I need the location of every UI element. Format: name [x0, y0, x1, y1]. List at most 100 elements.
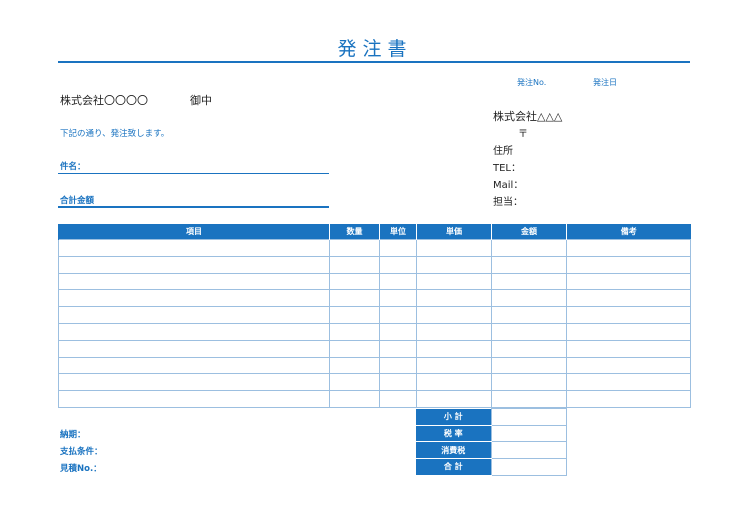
- unit-price-cell[interactable]: [416, 255, 492, 274]
- quantity-cell[interactable]: [329, 306, 380, 324]
- unit-cell[interactable]: [379, 322, 417, 341]
- item-cell[interactable]: [58, 306, 330, 324]
- unit-price-cell[interactable]: [416, 306, 492, 324]
- remarks-cell[interactable]: [566, 322, 691, 341]
- unit-cell[interactable]: [379, 255, 417, 274]
- sender-company: 株式会社△△△: [493, 110, 563, 123]
- recipient-honorific: 御中: [190, 94, 212, 107]
- tax-rate-value-cell[interactable]: [490, 424, 567, 443]
- table-row: [58, 272, 691, 291]
- subtotal-label: 小 計: [416, 408, 491, 426]
- amount-cell[interactable]: [491, 339, 567, 358]
- unit-price-cell[interactable]: [416, 339, 492, 358]
- unit-cell[interactable]: [379, 239, 417, 257]
- amount-cell[interactable]: [491, 373, 567, 392]
- amount-cell[interactable]: [491, 306, 567, 324]
- unit-price-cell[interactable]: [416, 289, 492, 308]
- amount-cell[interactable]: [491, 239, 567, 257]
- remarks-cell[interactable]: [566, 390, 691, 408]
- table-row: [58, 356, 691, 375]
- unit-price-cell[interactable]: [416, 272, 492, 291]
- header-quantity: 数量: [329, 224, 380, 240]
- delivery-date-label: 納期：: [60, 430, 86, 440]
- remarks-cell[interactable]: [566, 272, 691, 291]
- unit-price-cell[interactable]: [416, 356, 492, 375]
- unit-cell[interactable]: [379, 390, 417, 408]
- item-cell[interactable]: [58, 322, 330, 341]
- unit-price-cell[interactable]: [416, 239, 492, 257]
- table-row: [58, 255, 691, 274]
- quantity-cell[interactable]: [329, 239, 380, 257]
- grand-total-value-cell[interactable]: [490, 458, 567, 476]
- person-in-charge-label: 担当：: [493, 197, 523, 208]
- grand-total-label: 合 計: [416, 458, 491, 476]
- estimate-number-label: 見積No.：: [60, 464, 102, 474]
- remarks-cell[interactable]: [566, 339, 691, 358]
- consumption-tax-row: 消費税: [416, 441, 567, 460]
- remarks-cell[interactable]: [566, 289, 691, 308]
- remarks-cell[interactable]: [566, 255, 691, 274]
- quantity-cell[interactable]: [329, 272, 380, 291]
- consumption-tax-label: 消費税: [416, 441, 491, 460]
- unit-price-cell[interactable]: [416, 390, 492, 408]
- subject-field-line[interactable]: [58, 173, 329, 174]
- unit-price-cell[interactable]: [416, 373, 492, 392]
- item-cell[interactable]: [58, 373, 330, 392]
- quantity-cell[interactable]: [329, 289, 380, 308]
- total-amount-field-line[interactable]: [58, 206, 329, 208]
- item-cell[interactable]: [58, 289, 330, 308]
- document-title: 発注書: [337, 38, 413, 60]
- unit-cell[interactable]: [379, 272, 417, 291]
- quantity-cell[interactable]: [329, 356, 380, 375]
- header-remarks: 備考: [566, 224, 691, 240]
- quantity-cell[interactable]: [329, 322, 380, 341]
- remarks-cell[interactable]: [566, 239, 691, 257]
- table-row: [58, 322, 691, 341]
- amount-cell[interactable]: [491, 356, 567, 375]
- unit-cell[interactable]: [379, 339, 417, 358]
- amount-cell[interactable]: [491, 289, 567, 308]
- tax-rate-row: 税 率: [416, 424, 567, 443]
- remarks-cell[interactable]: [566, 373, 691, 392]
- subtotal-value-cell[interactable]: [490, 408, 567, 426]
- amount-cell[interactable]: [491, 255, 567, 274]
- table-row: [58, 289, 691, 308]
- tel-label: TEL：: [493, 163, 521, 174]
- quantity-cell[interactable]: [329, 255, 380, 274]
- grand-total-row: 合 計: [416, 458, 567, 476]
- remarks-cell[interactable]: [566, 356, 691, 375]
- amount-cell[interactable]: [491, 322, 567, 341]
- header-unit-price: 単価: [416, 224, 492, 240]
- amount-cell[interactable]: [491, 272, 567, 291]
- postal-mark: 〒: [518, 129, 528, 140]
- item-cell[interactable]: [58, 390, 330, 408]
- quantity-cell[interactable]: [329, 373, 380, 392]
- unit-price-cell[interactable]: [416, 322, 492, 341]
- item-cell[interactable]: [58, 239, 330, 257]
- tax-rate-label: 税 率: [416, 425, 491, 443]
- unit-cell[interactable]: [379, 306, 417, 324]
- table-row: [58, 390, 691, 408]
- unit-cell[interactable]: [379, 373, 417, 392]
- title-underline: [58, 61, 690, 63]
- items-header-row: 項目 数量 単位 単価 金額 備考: [58, 224, 691, 240]
- consumption-tax-value-cell[interactable]: [490, 441, 567, 460]
- header-item: 項目: [58, 224, 330, 240]
- item-cell[interactable]: [58, 255, 330, 274]
- items-table: 項目 数量 単位 単価 金額 備考: [58, 224, 691, 408]
- recipient-company: 株式会社〇〇〇〇: [60, 94, 148, 107]
- unit-cell[interactable]: [379, 356, 417, 375]
- item-cell[interactable]: [58, 356, 330, 375]
- quantity-cell[interactable]: [329, 390, 380, 408]
- remarks-cell[interactable]: [566, 306, 691, 324]
- quantity-cell[interactable]: [329, 339, 380, 358]
- unit-cell[interactable]: [379, 289, 417, 308]
- amount-cell[interactable]: [491, 390, 567, 408]
- table-row: [58, 373, 691, 392]
- order-note: 下記の通り、発注致します。: [60, 129, 170, 139]
- table-row: [58, 239, 691, 257]
- item-cell[interactable]: [58, 272, 330, 291]
- mail-label: Mail：: [493, 180, 524, 191]
- address-label: 住所: [493, 146, 513, 157]
- item-cell[interactable]: [58, 339, 330, 358]
